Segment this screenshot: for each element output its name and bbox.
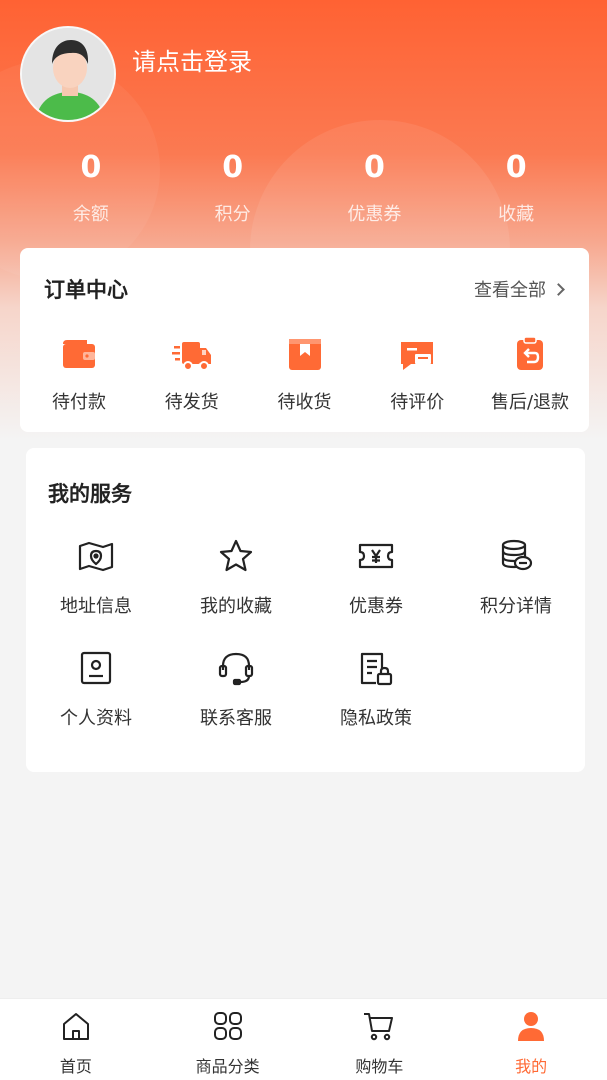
my-services-title: 我的服务 — [48, 482, 132, 506]
stats-row: 0 余额 0 积分 0 优惠券 0 收藏 — [20, 148, 587, 226]
tab-label: 首页 — [59, 1057, 92, 1076]
services-grid: 地址信息 我的收藏 优惠券 积分详情 个人资料 联系客服 隐私政策 — [26, 536, 585, 730]
chevron-right-icon — [552, 282, 565, 296]
avatar-icon — [22, 28, 114, 120]
service-label: 联系客服 — [200, 708, 272, 729]
avatar[interactable] — [20, 26, 116, 122]
order-status-row: 待付款 待发货 待收货 待评价 售后/退款 — [20, 334, 589, 414]
stat-value: 0 — [222, 150, 244, 185]
profile-section: 请点击登录 — [20, 26, 252, 122]
package-icon — [288, 339, 321, 370]
privacy-doc-icon — [360, 652, 393, 686]
user-icon — [518, 1012, 545, 1041]
order-item-label: 待付款 — [52, 392, 106, 413]
service-coupons[interactable]: 优惠券 — [306, 536, 446, 618]
order-item-pending-review[interactable]: 待评价 — [362, 334, 472, 414]
tab-label: 我的 — [515, 1057, 548, 1076]
stat-coupons[interactable]: 0 优惠券 — [304, 148, 446, 226]
tab-cart[interactable]: 购物车 — [304, 999, 456, 1080]
service-label: 积分详情 — [480, 596, 552, 617]
service-address[interactable]: 地址信息 — [26, 536, 166, 618]
order-item-after-sales[interactable]: 售后/退款 — [475, 334, 585, 414]
stat-label: 优惠券 — [347, 204, 402, 225]
order-item-pending-receipt[interactable]: 待收货 — [250, 334, 360, 414]
stat-label: 收藏 — [498, 204, 535, 225]
home-icon — [62, 1013, 89, 1040]
coins-icon — [501, 539, 533, 571]
login-prompt[interactable]: 请点击登录 — [132, 42, 252, 77]
service-favorites[interactable]: 我的收藏 — [166, 536, 306, 618]
review-icon — [401, 342, 434, 370]
tab-label: 购物车 — [355, 1057, 404, 1076]
stat-favorites[interactable]: 0 收藏 — [445, 148, 587, 226]
stat-label: 余额 — [72, 204, 109, 225]
tab-label: 商品分类 — [195, 1057, 260, 1076]
stat-value: 0 — [80, 150, 102, 185]
service-label: 隐私政策 — [340, 708, 412, 729]
service-label: 个人资料 — [60, 708, 132, 729]
order-center-card: 订单中心 查看全部 待付款 待发货 待收货 待评价 售后/退款 — [20, 248, 589, 432]
stat-balance[interactable]: 0 余额 — [20, 148, 162, 226]
my-services-card: 我的服务 地址信息 我的收藏 优惠券 积分详情 个人资料 联系客服 隐私政策 — [26, 448, 585, 772]
service-privacy-policy[interactable]: 隐私政策 — [306, 648, 446, 730]
profile-card-icon — [80, 651, 112, 685]
order-item-label: 待收货 — [277, 392, 332, 413]
coupon-icon — [358, 543, 394, 569]
service-label: 优惠券 — [349, 596, 403, 617]
order-item-label: 售后/退款 — [490, 392, 570, 413]
service-customer-support[interactable]: 联系客服 — [166, 648, 306, 730]
order-item-label: 待评价 — [390, 392, 445, 413]
bottom-tab-bar: 首页 商品分类 购物车 我的 — [0, 998, 607, 1080]
order-item-pending-shipment[interactable]: 待发货 — [137, 334, 247, 414]
service-label: 地址信息 — [60, 596, 132, 617]
headset-icon — [218, 652, 254, 686]
order-center-title: 订单中心 — [44, 278, 128, 302]
view-all-label: 查看全部 — [474, 280, 546, 301]
category-icon — [213, 1012, 242, 1040]
tab-categories[interactable]: 商品分类 — [152, 999, 304, 1080]
wallet-icon — [63, 340, 95, 368]
service-label: 我的收藏 — [200, 596, 272, 617]
stat-value: 0 — [363, 150, 385, 185]
service-points-detail[interactable]: 积分详情 — [446, 536, 586, 618]
star-icon — [219, 539, 253, 572]
stat-label: 积分 — [214, 204, 251, 225]
service-profile[interactable]: 个人资料 — [26, 648, 166, 730]
cart-icon — [364, 1013, 394, 1041]
map-icon — [78, 541, 114, 572]
view-all-orders-link[interactable]: 查看全部 — [474, 276, 565, 302]
refund-icon — [517, 336, 543, 370]
stat-points[interactable]: 0 积分 — [162, 148, 304, 226]
tab-mine[interactable]: 我的 — [455, 999, 607, 1080]
order-item-label: 待发货 — [164, 392, 219, 413]
tab-home[interactable]: 首页 — [0, 999, 152, 1080]
stat-value: 0 — [505, 150, 527, 185]
order-item-pending-payment[interactable]: 待付款 — [24, 334, 134, 414]
truck-icon — [171, 342, 211, 371]
